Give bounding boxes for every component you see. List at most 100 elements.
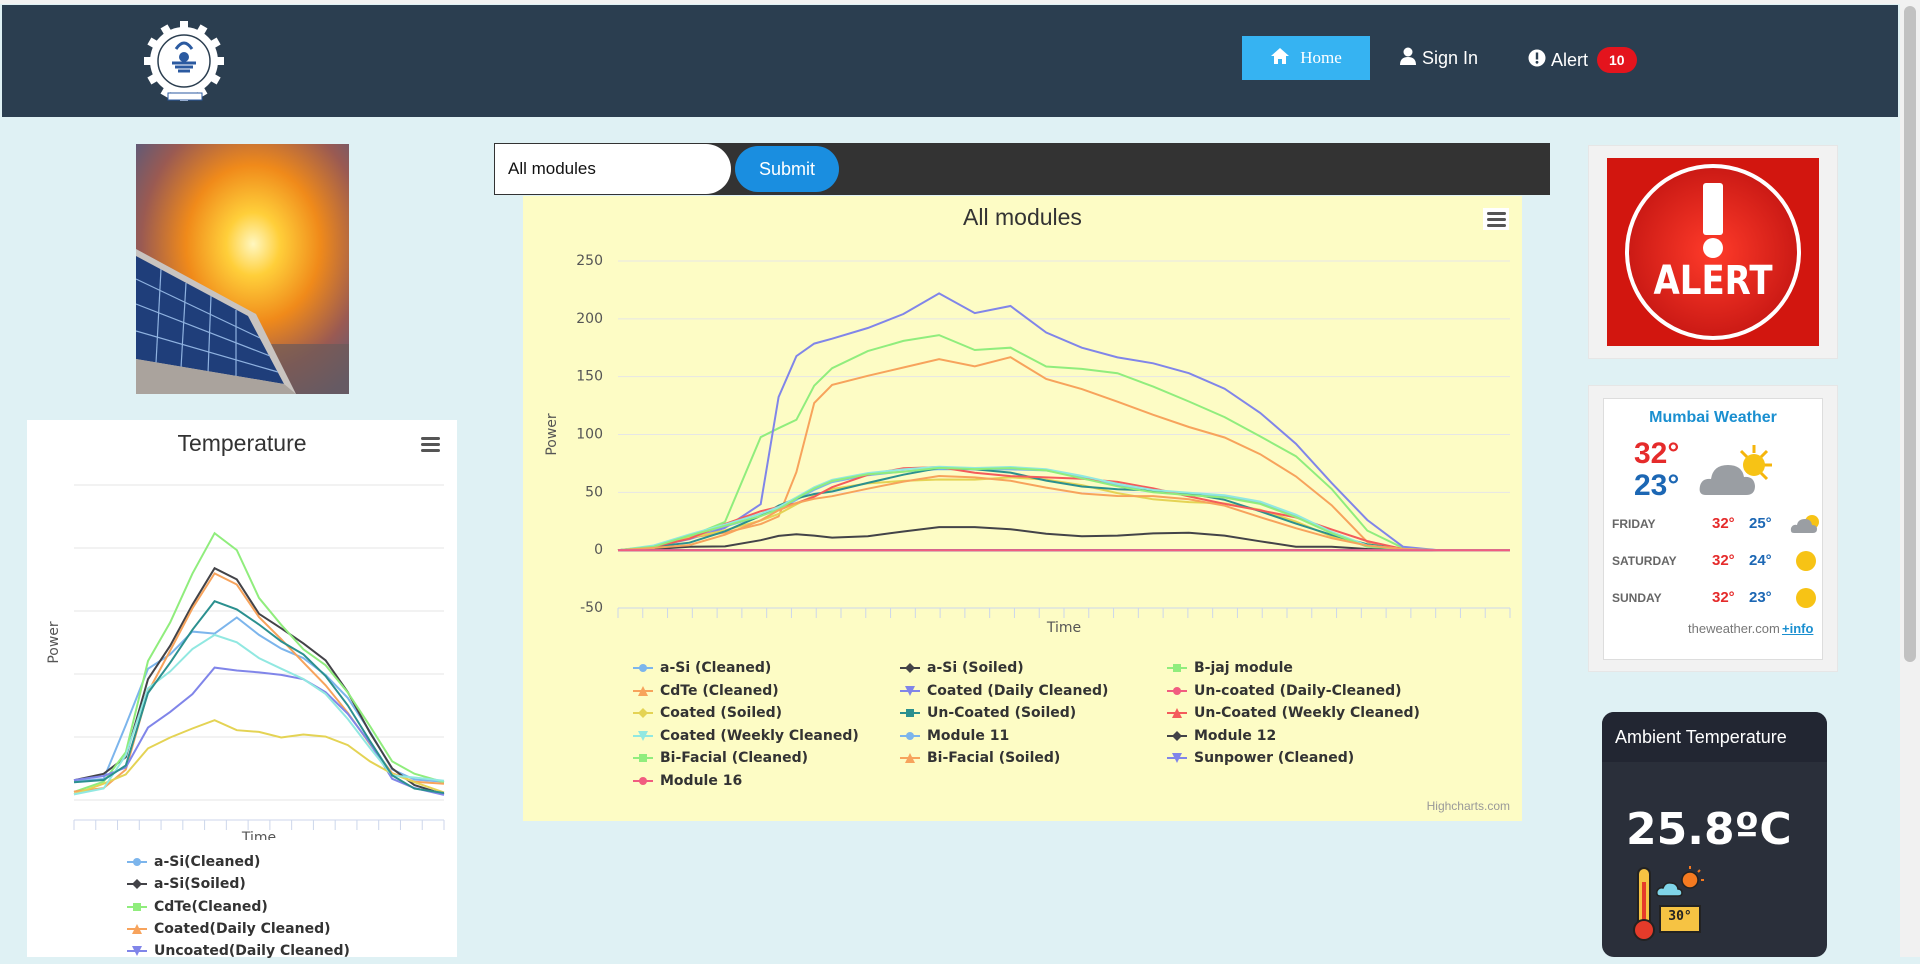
nav-alert-label: Alert — [1551, 49, 1589, 70]
forecast-day: FRIDAY — [1612, 517, 1656, 531]
legend-item[interactable]: a-Si (Soiled) — [900, 660, 1024, 676]
legend-label: Bi-Facial (Cleaned) — [660, 750, 808, 766]
weather-widget: Mumbai Weather 32° 23° FRIDAY 32° 25° SA… — [1603, 398, 1823, 660]
legend-marker-shape — [1173, 664, 1181, 672]
legend-item[interactable]: Coated (Soiled) — [633, 705, 782, 721]
scrollbar-thumb[interactable] — [1904, 6, 1916, 662]
legend-item[interactable]: Module 16 — [633, 773, 742, 789]
legend-label: Module 16 — [660, 772, 743, 789]
y-tick-label: 150 — [576, 369, 603, 385]
legend-item[interactable]: Bi-Facial (Soiled) — [900, 750, 1060, 766]
legend-marker-shape — [905, 663, 915, 673]
legend-item[interactable]: CdTe(Cleaned) — [127, 899, 268, 915]
legend-marker-shape — [639, 776, 647, 785]
legend-marker — [900, 685, 920, 696]
legend-label: Un-Coated (Weekly Cleaned) — [1194, 705, 1420, 721]
forecast-row-friday: FRIDAY 32° 25° — [1612, 513, 1819, 535]
series-line — [617, 466, 1510, 552]
alert-banner[interactable]: ALERT — [1607, 158, 1819, 346]
legend-label: Un-Coated (Soiled) — [927, 705, 1077, 721]
scrollbar[interactable] — [1900, 0, 1920, 957]
forecast-high: 32° — [1712, 552, 1735, 569]
legend-marker-shape — [1173, 686, 1181, 695]
legend-item[interactable]: Coated (Daily Cleaned) — [900, 683, 1108, 699]
legend-item[interactable]: Un-Coated (Soiled) — [900, 705, 1076, 721]
x-axis-label: Time — [1046, 620, 1081, 636]
legend-label: Coated (Soiled) — [660, 705, 783, 721]
highcharts-credits[interactable]: Highcharts.com — [1427, 799, 1510, 813]
weather-source[interactable]: theweather.com — [1688, 621, 1780, 636]
forecast-high: 32° — [1712, 589, 1735, 606]
legend-marker-shape — [639, 754, 647, 762]
legend-marker-shape — [639, 664, 647, 672]
cloud-sun-icon — [1698, 443, 1778, 506]
legend-item[interactable]: Coated(Daily Cleaned) — [127, 921, 331, 937]
submit-button[interactable]: Submit — [735, 146, 839, 192]
nav-home-button[interactable]: Home — [1242, 36, 1370, 80]
thermometer-display: 30° — [1668, 909, 1692, 924]
y-tick-label: -50 — [580, 600, 603, 616]
legend-item[interactable]: Un-coated (Daily-Cleaned) — [1167, 683, 1402, 699]
series-line — [617, 465, 1510, 552]
temperature-chart-legend: a-Si(Cleaned) a-Si(Soiled) CdTe(Cleaned)… — [127, 854, 447, 964]
legend-item[interactable]: B-jaj module — [1167, 660, 1293, 676]
legend-marker — [900, 753, 920, 763]
legend-marker-shape — [906, 731, 914, 740]
nav-alert-link[interactable]: Alert 10 — [1528, 47, 1637, 73]
legend-label: a-Si (Cleaned) — [660, 660, 772, 676]
temperature-chart-card: Temperature Time Power a-Si(Cleaned) a-Si… — [27, 420, 457, 959]
legend-item[interactable]: Module 11 — [900, 728, 1009, 744]
forecast-row-saturday: SATURDAY 32° 24° — [1612, 550, 1817, 572]
forecast-low: 25° — [1749, 515, 1772, 532]
legend-label: a-Si(Cleaned) — [154, 854, 261, 870]
legend-item[interactable]: CdTe (Cleaned) — [633, 683, 779, 699]
filter-bar: All modules Submit — [494, 143, 1550, 195]
legend-label: Coated (Daily Cleaned) — [927, 682, 1109, 699]
y-axis-label: Power — [544, 413, 560, 456]
nav-signin-link[interactable]: Sign In — [1400, 47, 1478, 70]
main-chart-plot: -50 0 50 100 150 200 250 Time Power — [544, 253, 1511, 636]
y-tick-label: 100 — [576, 427, 603, 443]
legend-item[interactable]: Sunpower (Cleaned) — [1167, 750, 1354, 766]
nav-home-label: Home — [1300, 48, 1342, 67]
legend-marker — [633, 685, 653, 696]
sun-icon — [1790, 550, 1822, 575]
legend-item[interactable]: Bi-Facial (Cleaned) — [633, 750, 808, 766]
y-tick-label: 250 — [576, 253, 603, 269]
legend-label: Module 11 — [927, 727, 1010, 744]
legend-item[interactable]: Un-Coated (Weekly Cleaned) — [1167, 705, 1420, 721]
legend-marker — [127, 879, 147, 889]
legend-marker — [900, 709, 920, 717]
legend-label: Un-coated (Daily-Cleaned) — [1194, 682, 1402, 699]
temperature-chart-plot: Time Power — [46, 484, 445, 840]
cloud-sun-icon — [1790, 513, 1822, 538]
exclamation-circle-icon — [1528, 49, 1546, 72]
legend-marker — [127, 858, 147, 866]
legend-marker — [900, 731, 920, 740]
legend-marker — [1167, 708, 1187, 718]
legend-marker — [900, 663, 920, 673]
legend-item[interactable]: a-Si(Soiled) — [127, 876, 246, 892]
module-select[interactable]: All modules — [495, 144, 731, 194]
forecast-low: 23° — [1749, 589, 1772, 606]
today-high-temp: 32° — [1634, 437, 1680, 470]
legend-item[interactable]: a-Si(Cleaned) — [127, 854, 260, 870]
legend-marker — [127, 946, 147, 956]
today-low-temp: 23° — [1634, 469, 1680, 502]
weather-info-link[interactable]: +info — [1782, 621, 1813, 636]
all-modules-chart-card: All modules -50 0 50 100 150 200 250 Time Power … — [523, 196, 1522, 821]
institute-logo[interactable] — [142, 19, 227, 110]
navbar: Home Sign In Alert 10 — [2, 5, 1898, 117]
user-icon — [1400, 47, 1416, 70]
legend-item[interactable]: Module 12 — [1167, 728, 1276, 744]
forecast-low: 24° — [1749, 552, 1772, 569]
legend-item[interactable]: Coated (Weekly Cleaned) — [633, 728, 859, 744]
legend-marker — [633, 708, 653, 718]
legend-item[interactable]: a-Si (Cleaned) — [633, 660, 771, 676]
main-chart-legend: a-Si (Cleaned) a-Si (Soiled) B-jaj module C… — [633, 660, 1453, 800]
legend-marker-shape — [906, 709, 914, 717]
legend-label: CdTe(Cleaned) — [154, 899, 268, 915]
legend-label: Coated(Daily Cleaned) — [154, 921, 331, 937]
legend-marker-shape — [638, 708, 648, 718]
legend-label: Sunpower (Cleaned) — [1194, 750, 1355, 766]
